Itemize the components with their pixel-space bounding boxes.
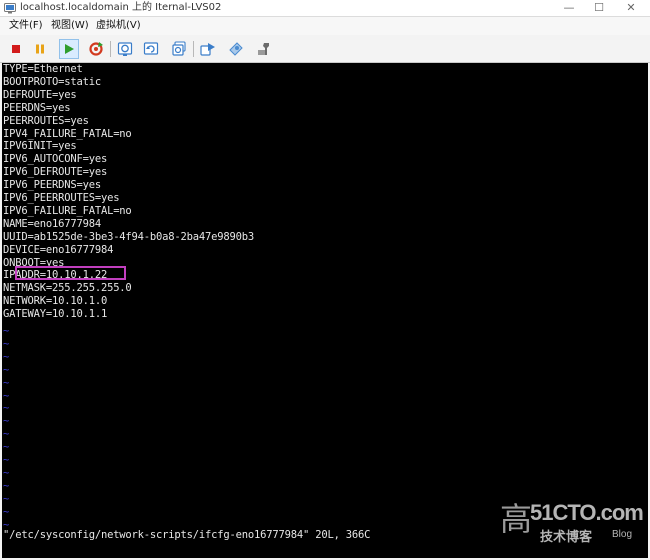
toolbar-separator	[110, 41, 111, 57]
menu-file[interactable]: 文件(F)	[9, 20, 43, 32]
config-line: IPV6_AUTOCONF=yes	[3, 153, 108, 166]
pause-button[interactable]	[30, 39, 50, 59]
tools-icon	[258, 43, 269, 55]
vim-tilde-line: ~	[3, 350, 10, 363]
vim-tilde-line: ~	[3, 428, 10, 441]
vim-status-line: "/etc/sysconfig/network-scripts/ifcfg-en…	[3, 529, 371, 541]
title-bar[interactable]: localhost.localdomain 上的 Iternal-LVS02 —…	[0, 0, 650, 17]
config-line: IPV6_PEERDNS=yes	[3, 179, 101, 192]
send-keys-button[interactable]	[198, 39, 218, 59]
vim-tilde-line: ~	[3, 441, 10, 454]
play-icon	[65, 44, 74, 54]
vim-tilde-line: ~	[3, 505, 10, 518]
close-button[interactable]: ✕	[616, 0, 646, 16]
config-line: DEVICE=eno16777984	[3, 243, 114, 256]
config-line: NETWORK=10.10.1.0	[3, 295, 108, 308]
watermark-tag: 技术博客	[540, 530, 593, 545]
config-line: NAME=eno16777984	[3, 217, 101, 230]
stop-button[interactable]	[6, 39, 26, 59]
vim-tilde-line: ~	[3, 402, 10, 415]
site-watermark: 高 51CTO.com 技术博客 Blog	[500, 500, 644, 550]
watermark-char: 高	[500, 500, 533, 538]
stop-icon	[12, 45, 20, 53]
ipaddr-highlight-box	[15, 266, 126, 280]
snapshot-button[interactable]	[115, 39, 135, 59]
refresh-button[interactable]	[86, 39, 106, 59]
vim-tilde-line: ~	[3, 325, 10, 337]
watermark-site: 51CTO.com	[530, 500, 644, 525]
vim-tilde-line: ~	[3, 479, 10, 492]
config-line: IPV6INIT=yes	[3, 140, 77, 153]
vim-tilde-line: ~	[3, 376, 10, 389]
menu-bar: 文件(F) 视图(W) 虚拟机(V)	[0, 17, 650, 35]
minimize-button[interactable]: —	[554, 0, 584, 16]
vim-tilde-line: ~	[3, 415, 10, 428]
vim-tilde-line: ~	[3, 389, 10, 402]
config-line: UUID=ab1525de-3be3-4f94-b0a8-2ba47e9890b…	[3, 230, 254, 243]
config-line: PEERROUTES=yes	[3, 114, 89, 127]
config-line: BOOTPROTO=static	[3, 75, 101, 88]
window-title: localhost.localdomain 上的 Iternal-LVS02	[20, 2, 222, 13]
config-line: PEERDNS=yes	[3, 101, 71, 114]
config-line: NETMASK=255.255.255.0	[3, 282, 132, 295]
pause-icon	[36, 44, 44, 54]
vim-tilde-line: ~	[3, 337, 10, 350]
vm-console-screen[interactable]: TYPE=Ethernet BOOTPROTO=static DEFROUTE=ye…	[2, 63, 648, 558]
play-button[interactable]	[59, 39, 79, 59]
vim-tilde-line: ~	[3, 454, 10, 466]
vim-tilde-line: ~	[3, 363, 10, 376]
refresh-icon	[89, 42, 103, 56]
config-line: IPV4_FAILURE_FATAL=no	[3, 127, 132, 140]
toolbar	[0, 36, 650, 63]
toolbar-separator	[193, 41, 194, 57]
config-line: IPV6_FAILURE_FATAL=no	[3, 204, 132, 217]
config-line: TYPE=Ethernet	[3, 63, 83, 75]
config-line: IPV6_DEFROUTE=yes	[3, 166, 108, 179]
send-keys-icon	[200, 43, 215, 56]
maximize-button[interactable]: ☐	[584, 0, 614, 16]
menu-view[interactable]: 视图(W)	[51, 20, 89, 32]
snapshot-icon	[117, 42, 133, 56]
settings-button[interactable]	[226, 39, 246, 59]
menu-vm[interactable]: 虚拟机(V)	[96, 20, 141, 32]
vim-tilde-line: ~	[3, 466, 10, 479]
settings-icon	[229, 42, 243, 56]
config-line: GATEWAY=10.10.1.1	[3, 308, 108, 321]
config-line: IPV6_PEERROUTES=yes	[3, 192, 120, 204]
watermark-blog: Blog	[612, 529, 633, 540]
manage-snapshots-button[interactable]	[169, 39, 189, 59]
revert-snapshot-button[interactable]	[141, 39, 161, 59]
vm-console-window: localhost.localdomain 上的 Iternal-LVS02 —…	[0, 0, 650, 560]
tools-button[interactable]	[254, 39, 274, 59]
vim-tilde-line: ~	[3, 492, 10, 505]
vmware-app-icon	[4, 3, 16, 14]
config-line: DEFROUTE=yes	[3, 88, 77, 101]
manage-snapshots-icon	[172, 41, 186, 56]
revert-snapshot-icon	[143, 42, 159, 55]
